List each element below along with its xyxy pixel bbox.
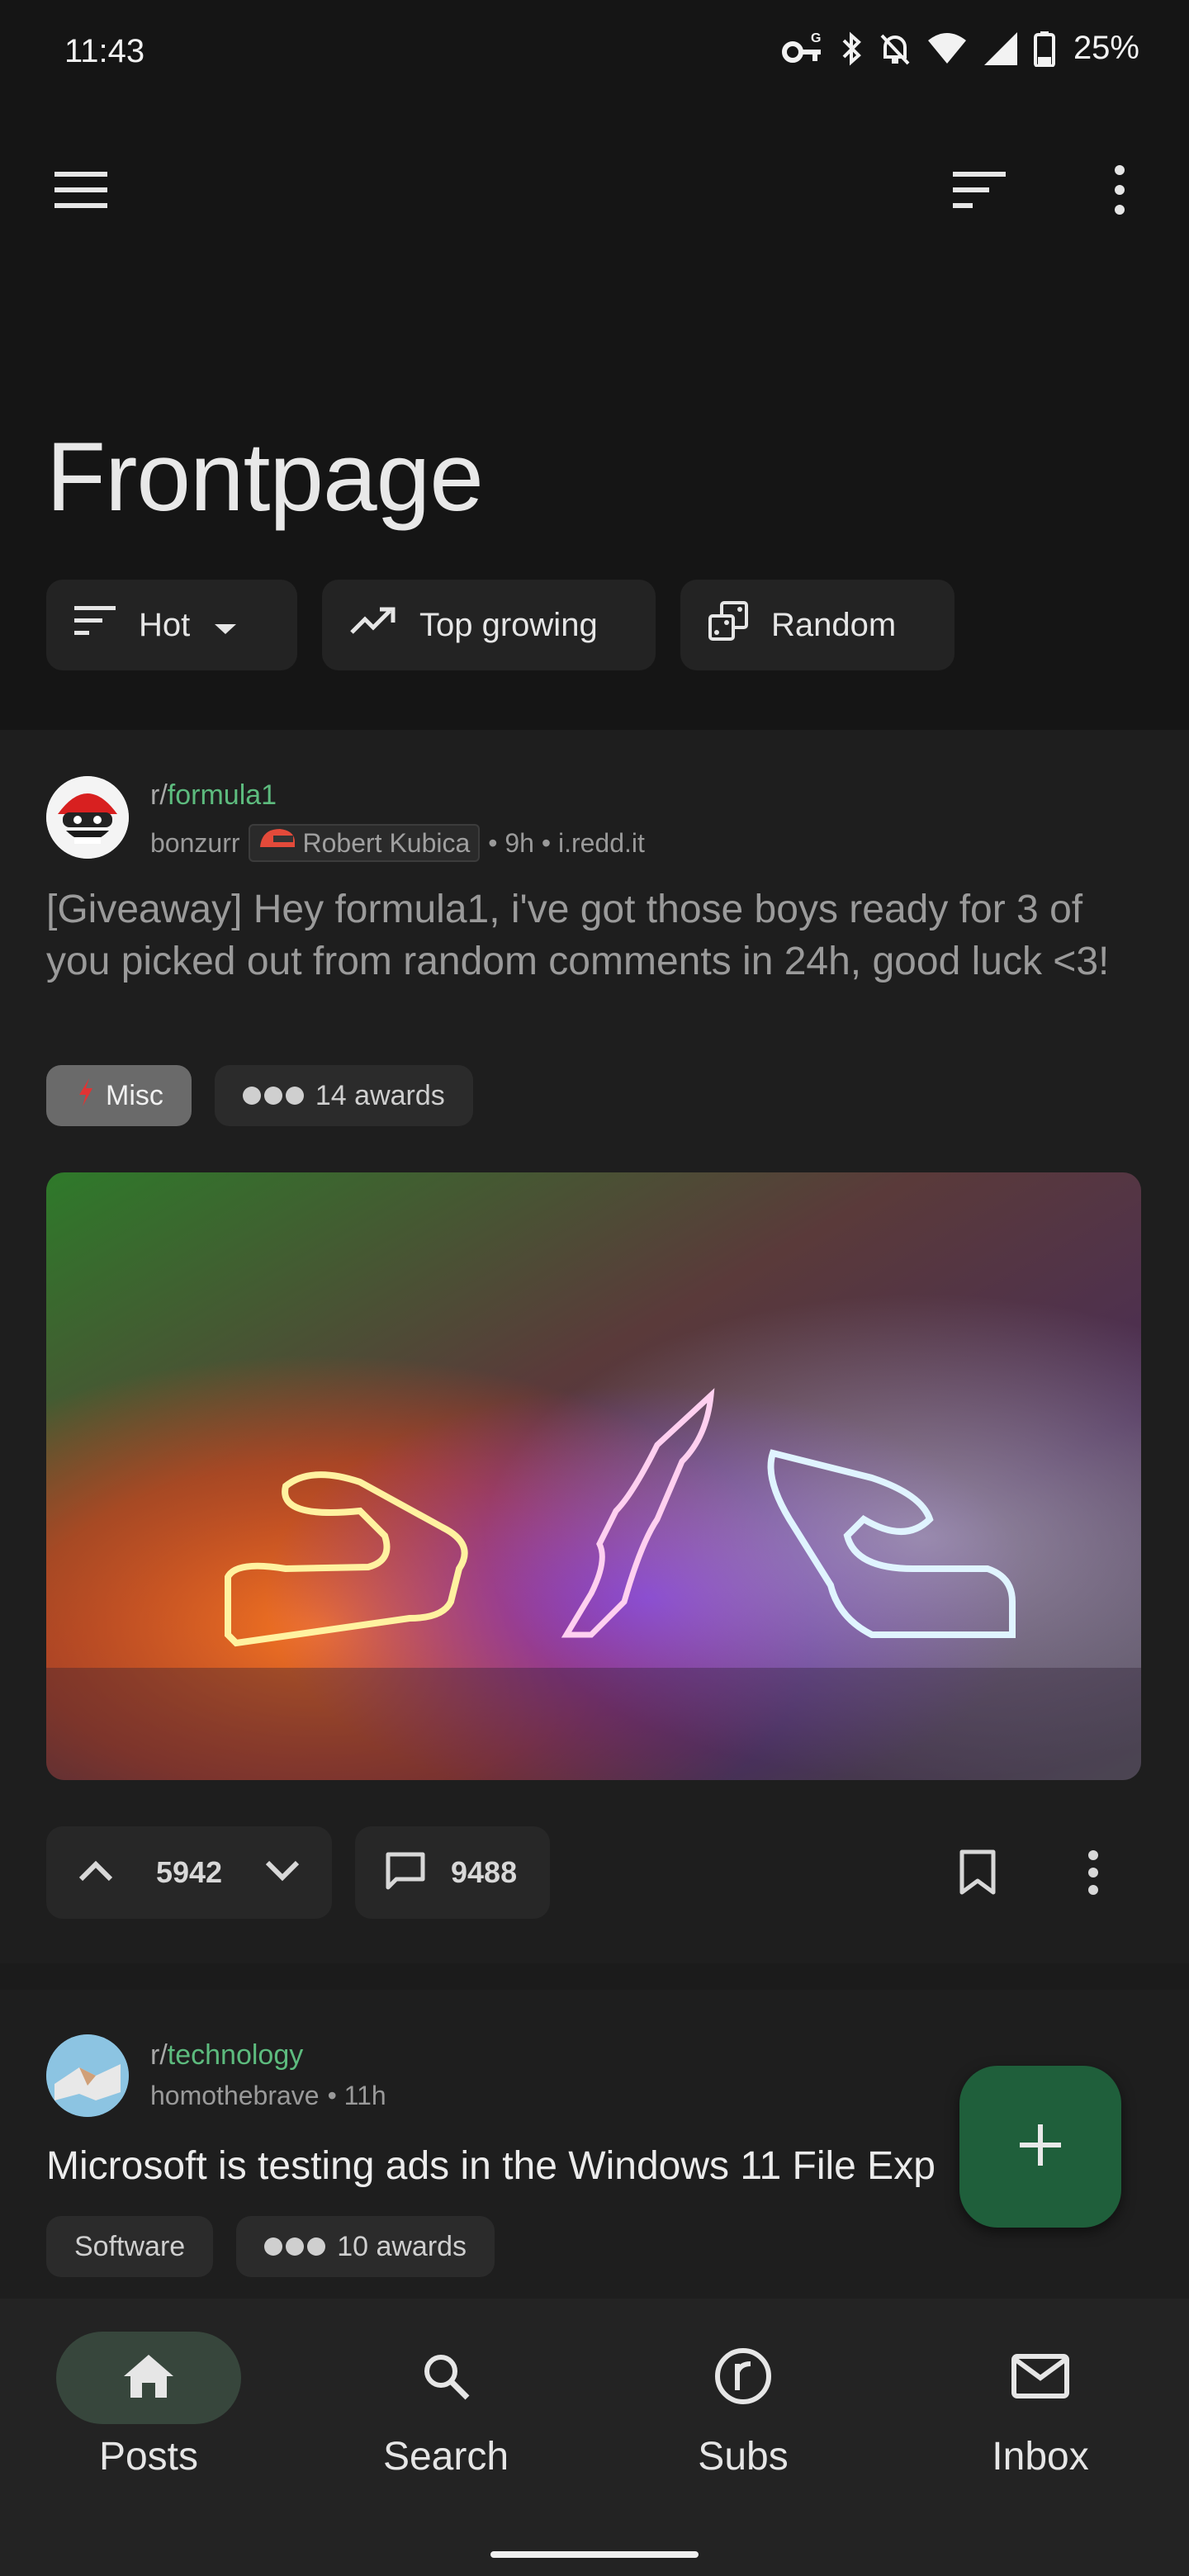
post-tags: Misc 14 awards xyxy=(46,1065,473,1126)
vote-box: 5942 xyxy=(46,1826,332,1919)
bluetooth-icon xyxy=(839,31,864,67)
dice-icon xyxy=(708,601,748,649)
subreddit-prefix: r/ xyxy=(150,2039,168,2071)
post-meta: bonzurr Robert Kubica • 9h • i.redd.it xyxy=(150,824,645,862)
comment-icon xyxy=(385,1851,426,1895)
bottom-navigation: Posts Search Subs Inbox xyxy=(0,2299,1189,2576)
post-meta: homothebrave • 11h xyxy=(150,2081,386,2111)
award-icons xyxy=(264,2237,326,2256)
post-title[interactable]: Microsoft is testing ads in the Windows … xyxy=(46,2140,963,2192)
subreddit-name[interactable]: technology xyxy=(168,2039,303,2071)
hot-chip-label: Hot xyxy=(139,606,191,643)
post-time-domain: • 9h • i.redd.it xyxy=(488,827,645,858)
upvote-icon[interactable] xyxy=(78,1859,114,1887)
status-time: 11:43 xyxy=(64,33,145,69)
mail-icon xyxy=(1011,2353,1070,2403)
search-icon xyxy=(421,2351,471,2405)
user-flair-text: Robert Kubica xyxy=(302,827,471,858)
nav-search-label: Search xyxy=(382,2435,509,2479)
status-icons: G 25% xyxy=(781,30,1139,67)
trending-up-icon xyxy=(350,606,396,644)
post-image[interactable] xyxy=(46,1172,1141,1780)
plus-icon xyxy=(1018,2123,1063,2171)
bell-off-icon xyxy=(879,31,912,67)
subreddit-avatar[interactable] xyxy=(46,2034,129,2117)
nav-subs-pill xyxy=(651,2332,836,2424)
vote-count: 5942 xyxy=(155,1855,223,1889)
post-author[interactable]: homothebrave xyxy=(150,2081,320,2111)
random-chip[interactable]: Random xyxy=(680,580,955,670)
create-post-button[interactable] xyxy=(959,2066,1121,2228)
flair-tag-label: Misc xyxy=(106,1079,163,1111)
post-subreddit[interactable]: r/technology xyxy=(150,2039,303,2072)
hot-chip[interactable]: Hot xyxy=(46,580,297,670)
award-icons xyxy=(242,1087,304,1105)
signal-icon xyxy=(983,31,1019,67)
reddit-r-icon xyxy=(714,2347,772,2409)
nav-search[interactable]: Search xyxy=(297,2332,594,2530)
svg-text:G: G xyxy=(811,31,821,45)
awards-tag[interactable]: 10 awards xyxy=(236,2216,495,2277)
flair-tag-label: Software xyxy=(74,2230,186,2262)
home-icon xyxy=(122,2353,175,2403)
helmet-icon xyxy=(258,827,296,859)
flair-tag[interactable]: Software xyxy=(46,2216,214,2277)
bookmark-icon[interactable] xyxy=(943,1838,1012,1907)
subreddit-prefix: r/ xyxy=(150,779,168,811)
top-growing-label: Top growing xyxy=(419,606,598,643)
random-label: Random xyxy=(771,606,897,643)
dropdown-arrow-icon xyxy=(213,607,238,644)
sort-chips: Hot Top growing Random xyxy=(46,580,955,670)
downvote-icon[interactable] xyxy=(264,1859,301,1887)
battery-percent: 25% xyxy=(1073,30,1139,66)
post-title[interactable]: [Giveaway] Hey formula1, i've got those … xyxy=(46,883,1153,987)
nav-search-pill xyxy=(353,2332,538,2424)
nav-inbox-label: Inbox xyxy=(992,2435,1089,2479)
page-title: Frontpage xyxy=(46,423,484,532)
vpn-key-icon: G xyxy=(781,31,824,67)
top-growing-chip[interactable]: Top growing xyxy=(322,580,656,670)
subreddit-name[interactable]: formula1 xyxy=(168,779,277,811)
nav-subs[interactable]: Subs xyxy=(594,2332,892,2530)
nav-inbox-pill xyxy=(948,2332,1133,2424)
post-more-icon[interactable] xyxy=(1059,1838,1128,1907)
post-subreddit[interactable]: r/formula1 xyxy=(150,779,277,812)
nav-posts-label: Posts xyxy=(98,2435,199,2479)
awards-label: 10 awards xyxy=(337,2230,467,2262)
post-author[interactable]: bonzurr xyxy=(150,828,240,859)
awards-tag[interactable]: 14 awards xyxy=(214,1065,473,1126)
post-time: • 11h xyxy=(327,2081,386,2110)
awards-label: 14 awards xyxy=(315,1079,445,1111)
sort-icon[interactable] xyxy=(938,149,1021,231)
post-actions: 5942 9488 xyxy=(46,1826,1141,1919)
lightning-icon xyxy=(78,1077,94,1114)
status-bar: 11:43 G 25% xyxy=(0,0,1189,107)
nav-subs-label: Subs xyxy=(698,2435,789,2479)
app-bar xyxy=(0,149,1189,231)
flair-tag[interactable]: Misc xyxy=(46,1065,192,1126)
sort-lines-icon xyxy=(74,606,116,644)
more-vert-icon[interactable] xyxy=(1078,149,1161,231)
wifi-icon xyxy=(926,31,968,67)
battery-icon xyxy=(1033,31,1055,67)
post-tags: Software 10 awards xyxy=(46,2216,495,2277)
comment-count: 9488 xyxy=(451,1855,518,1889)
comments-button[interactable]: 9488 xyxy=(355,1826,550,1919)
gesture-handle[interactable] xyxy=(490,2551,699,2558)
nav-posts[interactable]: Posts xyxy=(0,2332,297,2530)
subreddit-avatar[interactable] xyxy=(46,776,129,859)
menu-icon[interactable] xyxy=(40,149,122,231)
nav-posts-pill xyxy=(56,2332,241,2424)
user-flair: Robert Kubica xyxy=(248,824,481,862)
nav-inbox[interactable]: Inbox xyxy=(892,2332,1189,2530)
